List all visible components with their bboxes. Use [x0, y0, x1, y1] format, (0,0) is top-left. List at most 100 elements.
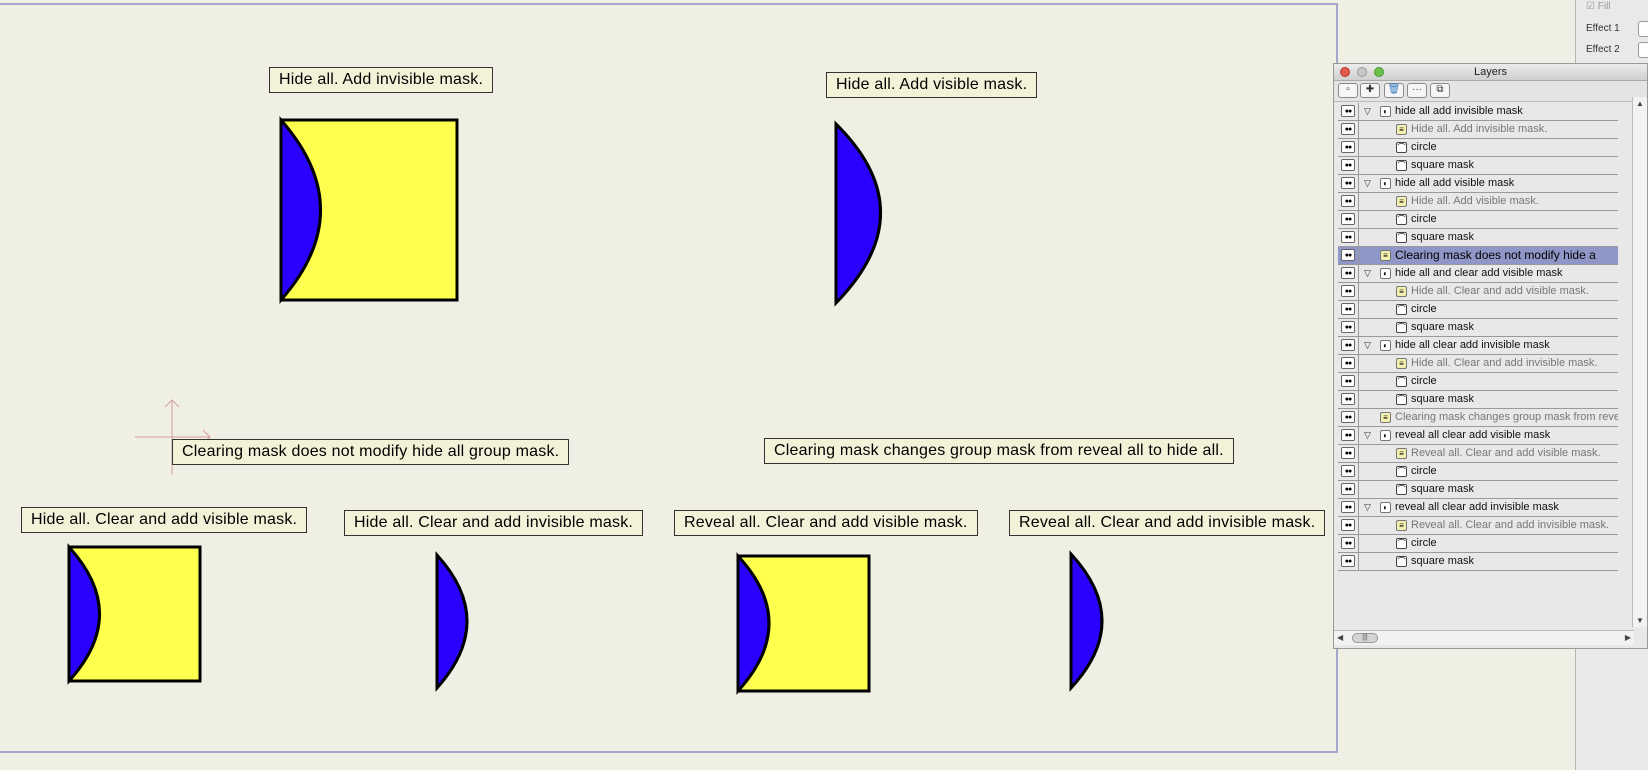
layer-row[interactable]: ▽ ◐ hide all clear add invisible mask — [1338, 337, 1618, 355]
row-divider — [1358, 121, 1359, 138]
layer-row[interactable]: ⌒ square mask — [1338, 229, 1618, 247]
add-group-icon[interactable]: ✚ — [1360, 83, 1380, 98]
group-layer-icon: ◐ — [1380, 340, 1391, 351]
shape-group-b3[interactable] — [736, 552, 871, 695]
layer-row[interactable]: ▽ ◐ reveal all clear add visible mask — [1338, 427, 1618, 445]
visibility-eyes-icon[interactable] — [1341, 285, 1355, 297]
text-box-b3[interactable]: Reveal all. Clear and add visible mask. — [674, 510, 978, 536]
scroll-right-icon[interactable]: ▶ — [1625, 633, 1631, 642]
visibility-eyes-icon[interactable] — [1341, 339, 1355, 351]
shape-group-b1[interactable] — [67, 543, 202, 685]
layer-row[interactable]: ⌒ circle — [1338, 373, 1618, 391]
effect2-row[interactable]: Effect 2 — [1586, 42, 1648, 58]
disclosure-triangle-icon[interactable]: ▽ — [1364, 499, 1371, 516]
layer-row[interactable]: ⌒ circle — [1338, 301, 1618, 319]
layer-row[interactable]: ≡ Clearing mask changes group mask from r… — [1338, 409, 1618, 427]
layer-row-label: hide all add visible mask — [1395, 177, 1515, 189]
layers-titlebar[interactable]: Layers — [1334, 64, 1647, 81]
layer-row[interactable]: ⌒ circle — [1338, 211, 1618, 229]
visibility-eyes-icon[interactable] — [1341, 483, 1355, 495]
layer-row[interactable]: ≡ Hide all. Clear and add invisible mask. — [1338, 355, 1618, 373]
horizontal-scrollbar[interactable]: ◀ ||| ▶ — [1334, 630, 1634, 645]
layer-row[interactable]: ▽ ◐ hide all add visible mask — [1338, 175, 1618, 193]
visibility-eyes-icon[interactable] — [1341, 195, 1355, 207]
layer-row[interactable]: ⌒ circle — [1338, 535, 1618, 553]
visibility-eyes-icon[interactable] — [1341, 375, 1355, 387]
scroll-thumb[interactable]: ||| — [1352, 633, 1378, 643]
text-box-b4[interactable]: Reveal all. Clear and add invisible mask… — [1009, 510, 1326, 536]
visibility-eyes-icon[interactable] — [1341, 519, 1355, 531]
new-layer-icon[interactable]: ▫ — [1338, 83, 1358, 98]
visibility-eyes-icon[interactable] — [1341, 429, 1355, 441]
duplicate-icon[interactable]: ⧉ — [1430, 83, 1450, 98]
layer-row[interactable]: ≡ Reveal all. Clear and add visible mask. — [1338, 445, 1618, 463]
visibility-eyes-icon[interactable] — [1341, 177, 1355, 189]
visibility-eyes-icon[interactable] — [1341, 447, 1355, 459]
disclosure-triangle-icon[interactable]: ▽ — [1364, 265, 1371, 282]
trash-icon[interactable]: 🗑 — [1384, 83, 1404, 98]
layer-row[interactable]: ⌒ square mask — [1338, 319, 1618, 337]
checkbox-icon[interactable]: ☑ — [1586, 1, 1598, 12]
layer-row[interactable]: ≡ Clearing mask does not modify hide a — [1338, 247, 1618, 265]
layer-row[interactable]: ▽ ◐ hide all and clear add visible mask — [1338, 265, 1618, 283]
visibility-eyes-icon[interactable] — [1341, 123, 1355, 135]
more-icon[interactable]: ··· — [1407, 83, 1427, 98]
layer-row[interactable]: ≡ Reveal all. Clear and add invisible mas… — [1338, 517, 1618, 535]
visibility-eyes-icon[interactable] — [1341, 555, 1355, 567]
blue-half-circle[interactable] — [435, 551, 469, 692]
scroll-up-icon[interactable]: ▲ — [1636, 99, 1644, 108]
blue-half-circle[interactable] — [1069, 550, 1104, 692]
text-box-top-left[interactable]: Hide all. Add invisible mask. — [269, 67, 494, 93]
text-box-mid-left[interactable]: Clearing mask does not modify hide all g… — [172, 439, 570, 465]
visibility-eyes-icon[interactable] — [1341, 141, 1355, 153]
visibility-eyes-icon[interactable] — [1341, 393, 1355, 405]
visibility-eyes-icon[interactable] — [1341, 267, 1355, 279]
layer-row[interactable]: ⌒ circle — [1338, 139, 1618, 157]
visibility-eyes-icon[interactable] — [1341, 231, 1355, 243]
disclosure-triangle-icon[interactable]: ▽ — [1364, 175, 1371, 192]
visibility-eyes-icon[interactable] — [1341, 249, 1355, 261]
effect1-row[interactable]: Effect 1 — [1586, 21, 1648, 37]
visibility-eyes-icon[interactable] — [1341, 159, 1355, 171]
visibility-eyes-icon[interactable] — [1341, 465, 1355, 477]
visibility-eyes-icon[interactable] — [1341, 303, 1355, 315]
vertical-scrollbar[interactable]: ▲ ▼ — [1632, 97, 1647, 627]
visibility-eyes-icon[interactable] — [1341, 501, 1355, 513]
layer-row-label: square mask — [1411, 483, 1474, 495]
visibility-eyes-icon[interactable] — [1341, 411, 1355, 423]
scroll-left-icon[interactable]: ◀ — [1337, 633, 1343, 642]
visibility-eyes-icon[interactable] — [1341, 357, 1355, 369]
shape-group-top-left[interactable] — [279, 116, 459, 304]
visibility-eyes-icon[interactable] — [1341, 321, 1355, 333]
blue-half-circle[interactable] — [834, 120, 882, 307]
text-box-top-right[interactable]: Hide all. Add visible mask. — [826, 72, 1038, 98]
disclosure-triangle-icon[interactable]: ▽ — [1364, 427, 1371, 444]
close-icon[interactable] — [1340, 67, 1350, 77]
visibility-eyes-icon[interactable] — [1341, 105, 1355, 117]
effect1-button[interactable] — [1638, 21, 1648, 37]
layer-row[interactable]: ⌒ square mask — [1338, 157, 1618, 175]
visibility-eyes-icon[interactable] — [1341, 213, 1355, 225]
layer-row[interactable]: ≡ Hide all. Clear and add visible mask. — [1338, 283, 1618, 301]
text-box-b2[interactable]: Hide all. Clear and add invisible mask. — [344, 510, 644, 536]
layer-row[interactable]: ≡ Hide all. Add visible mask. — [1338, 193, 1618, 211]
fill-row[interactable]: ☑ Fill — [1586, 1, 1611, 12]
layer-row[interactable]: ⌒ square mask — [1338, 553, 1618, 571]
layer-row[interactable]: ≡ Hide all. Add invisible mask. — [1338, 121, 1618, 139]
text-layer-icon: ≡ — [1380, 412, 1391, 423]
visibility-eyes-icon[interactable] — [1341, 537, 1355, 549]
layer-row[interactable]: ⌒ square mask — [1338, 391, 1618, 409]
layer-row[interactable]: ▽ ◐ reveal all clear add invisible mask — [1338, 499, 1618, 517]
text-box-mid-right[interactable]: Clearing mask changes group mask from re… — [764, 438, 1234, 464]
disclosure-triangle-icon[interactable]: ▽ — [1364, 337, 1371, 354]
minimize-icon[interactable] — [1357, 67, 1367, 77]
scroll-down-icon[interactable]: ▼ — [1636, 616, 1644, 625]
text-box-b1[interactable]: Hide all. Clear and add visible mask. — [21, 507, 308, 533]
layers-toolbar: ▫ ✚ 🗑 ··· ⧉ — [1334, 81, 1647, 102]
effect2-button[interactable] — [1638, 42, 1648, 58]
layer-row[interactable]: ⌒ circle — [1338, 463, 1618, 481]
layer-row[interactable]: ⌒ square mask — [1338, 481, 1618, 499]
disclosure-triangle-icon[interactable]: ▽ — [1364, 103, 1371, 120]
zoom-icon[interactable] — [1374, 67, 1384, 77]
layer-row[interactable]: ▽ ◐ hide all add invisible mask — [1338, 103, 1618, 121]
